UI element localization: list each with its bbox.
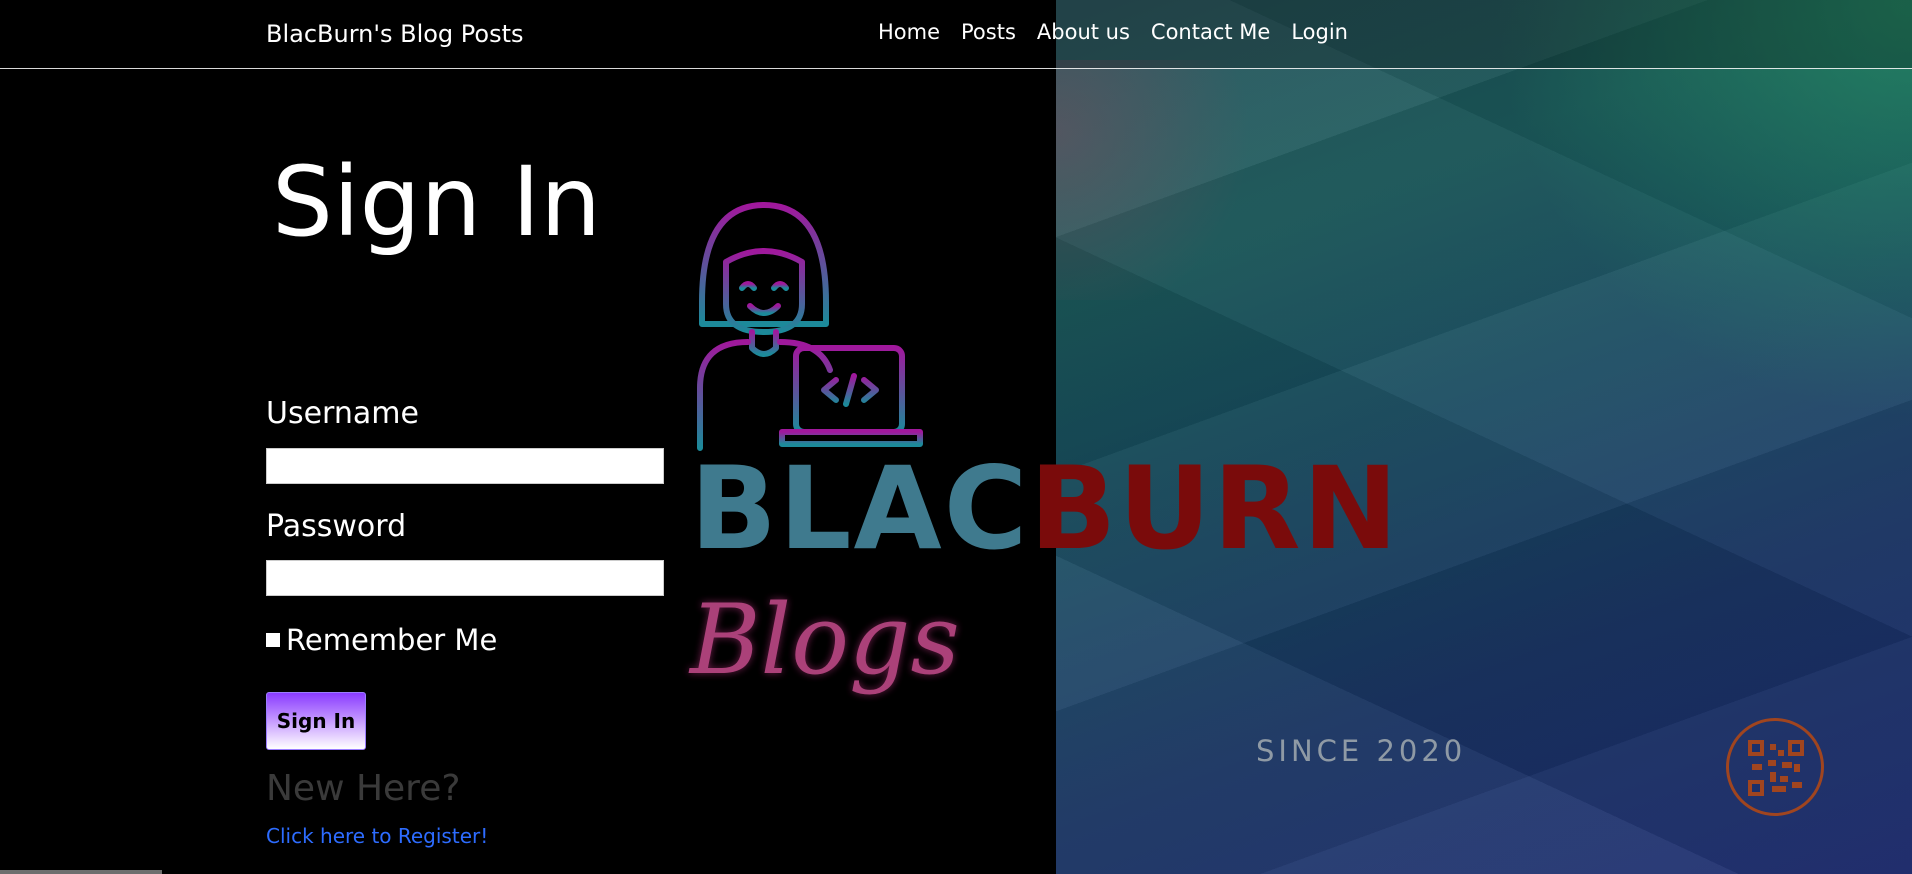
- nav-link-login[interactable]: Login: [1291, 20, 1348, 44]
- username-input[interactable]: [266, 448, 664, 484]
- nav-link-contact-me[interactable]: Contact Me: [1151, 20, 1270, 44]
- register-link[interactable]: Click here to Register!: [266, 824, 488, 848]
- horizontal-scrollbar[interactable]: [0, 870, 162, 874]
- page-title: Sign In: [272, 146, 602, 258]
- brand-title[interactable]: BlacBurn's Blog Posts: [266, 20, 524, 48]
- nav-link-about-us[interactable]: About us: [1037, 20, 1130, 44]
- nav-link-posts[interactable]: Posts: [961, 20, 1016, 44]
- remember-me-row: Remember Me: [266, 623, 497, 657]
- nav-link-home[interactable]: Home: [878, 20, 940, 44]
- sign-in-button[interactable]: Sign In: [266, 692, 366, 750]
- nav-links: Home Posts About us Contact Me Login: [878, 20, 1348, 44]
- remember-me-checkbox[interactable]: [266, 633, 280, 647]
- logo-word-burn: BURN: [1029, 442, 1401, 575]
- remember-me-label[interactable]: Remember Me: [286, 623, 497, 657]
- since-label: SINCE 2020: [1256, 734, 1467, 768]
- navbar: BlacBurn's Blog Posts Home Posts About u…: [0, 0, 1912, 69]
- qr-code-icon: [1726, 718, 1824, 816]
- username-label: Username: [266, 396, 419, 431]
- logo-script-blogs: Blogs: [690, 584, 960, 696]
- logo-wordmark: BLACBURN: [690, 452, 1400, 566]
- logo-word-blac: BLAC: [690, 442, 1030, 575]
- background-red-tint: [1056, 60, 1276, 300]
- password-label: Password: [266, 509, 407, 544]
- new-here-heading: New Here?: [266, 768, 461, 809]
- password-input[interactable]: [266, 560, 664, 596]
